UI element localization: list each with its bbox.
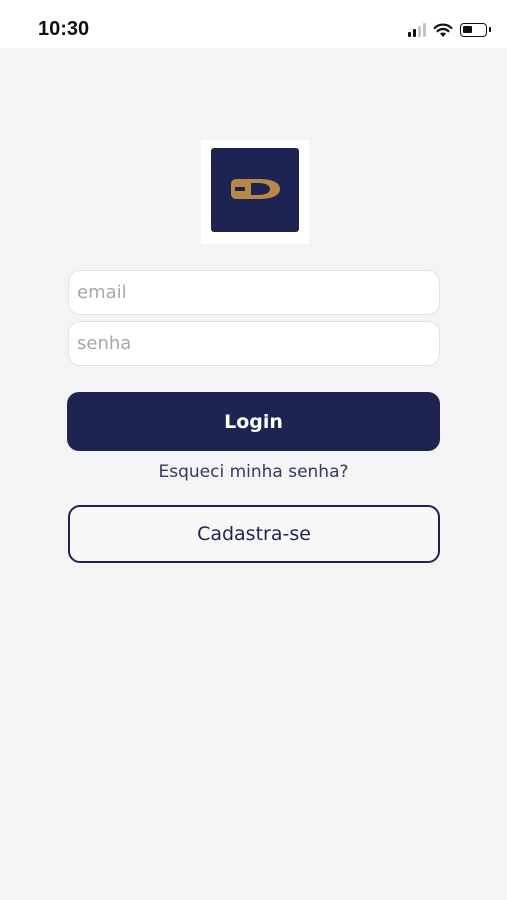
signup-button[interactable]: Cadastra-se	[68, 505, 440, 563]
login-button[interactable]: Login	[67, 392, 440, 451]
logo-letter-icon	[231, 179, 280, 199]
status-icons	[408, 20, 491, 40]
wifi-icon	[433, 23, 453, 37]
email-field[interactable]	[68, 270, 440, 315]
status-bar: 10:30	[0, 0, 507, 48]
battery-icon	[460, 23, 491, 37]
forgot-password-link[interactable]: Esqueci minha senha?	[0, 462, 507, 482]
signal-icon	[408, 23, 426, 37]
logo-box	[211, 148, 299, 232]
password-field[interactable]	[68, 321, 440, 366]
app-logo	[201, 140, 309, 244]
status-time: 10:30	[38, 18, 90, 40]
